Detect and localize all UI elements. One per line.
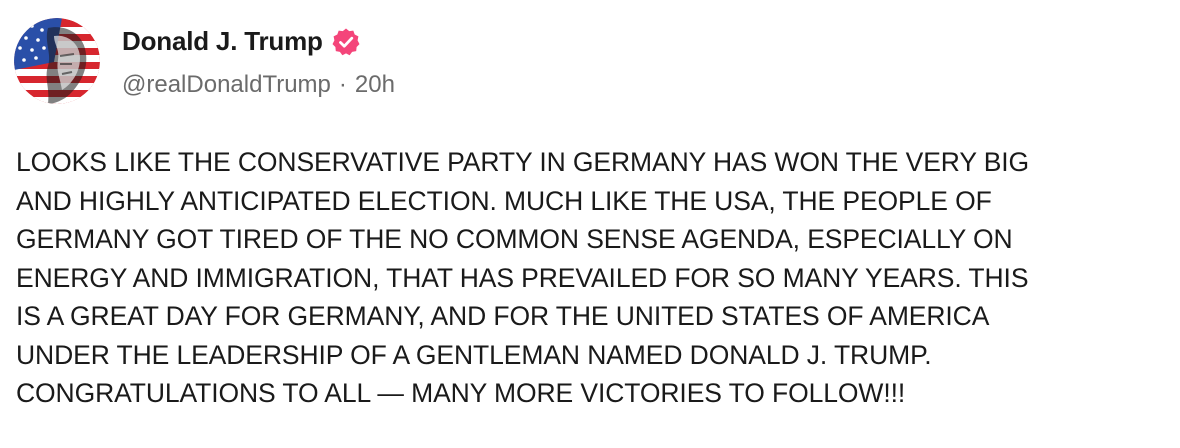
post: Donald J. Trump @realDonaldTrump · 20h L… bbox=[0, 0, 1180, 448]
meta-separator: · bbox=[338, 71, 347, 98]
post-header: Donald J. Trump @realDonaldTrump · 20h bbox=[14, 18, 395, 104]
handle-row: @realDonaldTrump · 20h bbox=[122, 71, 395, 99]
avatar-image bbox=[14, 18, 100, 104]
name-row: Donald J. Trump bbox=[122, 26, 395, 57]
author-meta: Donald J. Trump @realDonaldTrump · 20h bbox=[122, 26, 395, 99]
author-display-name[interactable]: Donald J. Trump bbox=[122, 26, 323, 57]
post-timestamp[interactable]: 20h bbox=[355, 71, 395, 99]
author-handle[interactable]: @realDonaldTrump bbox=[122, 71, 331, 99]
avatar[interactable] bbox=[14, 18, 100, 104]
post-text: LOOKS LIKE THE CONSERVATIVE PARTY IN GER… bbox=[16, 147, 1030, 408]
verified-badge-icon bbox=[331, 27, 361, 57]
